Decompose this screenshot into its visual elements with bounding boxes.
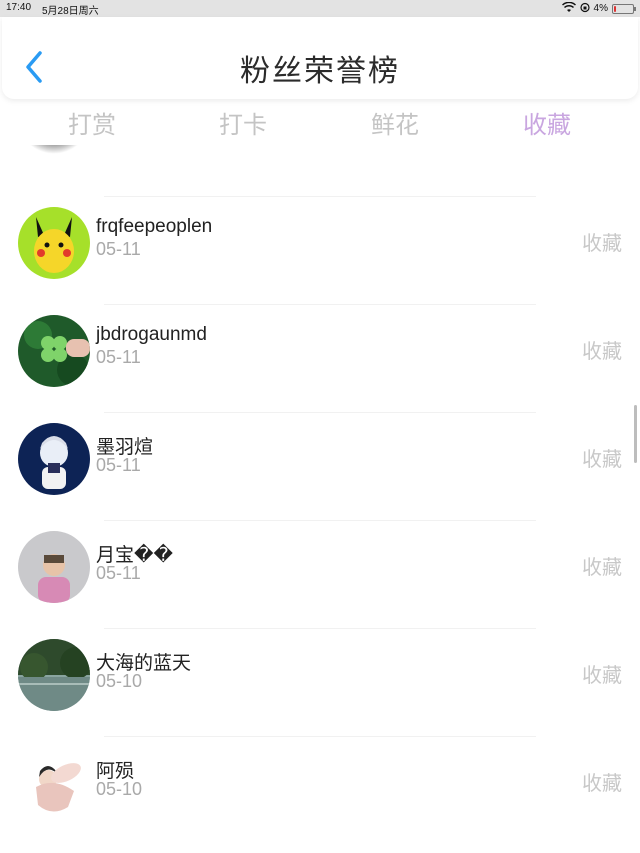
wifi-icon bbox=[561, 1, 576, 16]
favorite-date: 05-11 bbox=[96, 239, 141, 259]
favorite-label: 收藏 bbox=[582, 341, 622, 363]
tab-flowers[interactable]: 鲜花 bbox=[335, 105, 455, 140]
user-name: frqfeepeoplen bbox=[96, 216, 213, 237]
favorite-date: 05-10 bbox=[96, 671, 143, 691]
list-item[interactable]: jbdrogaunmd 05-11 收藏 bbox=[0, 305, 640, 412]
status-indicators: 4% bbox=[561, 1, 636, 16]
fan-list[interactable]: frqfeepeoplen 05-11 收藏 jbdrogaunmd 05-11… bbox=[0, 145, 640, 853]
list-item[interactable]: 大海的蓝天 05-10 收藏 bbox=[0, 629, 640, 736]
scrollbar[interactable] bbox=[634, 405, 637, 463]
avatar bbox=[18, 207, 90, 279]
avatar bbox=[18, 145, 90, 167]
list-item[interactable]: frqfeepeoplen 05-11 收藏 bbox=[0, 197, 640, 304]
tab-favorites[interactable]: 收藏 bbox=[487, 105, 607, 140]
avatar bbox=[18, 315, 90, 387]
tab-bar: 打赏 打卡 鲜花 收藏 bbox=[0, 99, 640, 145]
user-name: jbdrogaunmd bbox=[96, 324, 207, 345]
avatar bbox=[18, 639, 90, 711]
favorite-date: 05-10 bbox=[96, 779, 143, 799]
rotation-lock-icon bbox=[579, 2, 590, 16]
battery-percent: 4% bbox=[593, 3, 608, 14]
favorite-label: 收藏 bbox=[582, 449, 622, 471]
favorite-date: 05-11 bbox=[96, 347, 141, 367]
favorite-label: 收藏 bbox=[582, 233, 622, 255]
tab-checkin[interactable]: 打卡 bbox=[183, 105, 303, 140]
list-item[interactable] bbox=[0, 145, 640, 197]
page-title: 粉丝荣誉榜 bbox=[240, 55, 400, 88]
status-bar: 17:40 5月28日周六 4% bbox=[0, 0, 640, 17]
avatar bbox=[18, 423, 90, 495]
battery-icon bbox=[612, 3, 636, 14]
avatar bbox=[18, 747, 90, 819]
list-item[interactable]: 阿殒 05-10 收藏 bbox=[0, 737, 640, 844]
tab-reward[interactable]: 打赏 bbox=[32, 105, 152, 140]
favorite-date: 05-11 bbox=[96, 563, 141, 583]
avatar bbox=[18, 531, 90, 603]
list-item[interactable]: 墨羽煊 05-11 收藏 bbox=[0, 413, 640, 520]
favorite-date: 05-11 bbox=[96, 455, 141, 475]
list-item[interactable]: 月宝�� 05-11 收藏 bbox=[0, 521, 640, 628]
status-date: 5月28日周六 bbox=[42, 6, 99, 17]
favorite-label: 收藏 bbox=[582, 773, 622, 795]
favorite-label: 收藏 bbox=[582, 557, 622, 579]
favorite-label: 收藏 bbox=[582, 665, 622, 687]
header-bar: 粉丝荣誉榜 bbox=[2, 17, 638, 99]
status-time: 17:40 bbox=[6, 2, 32, 13]
